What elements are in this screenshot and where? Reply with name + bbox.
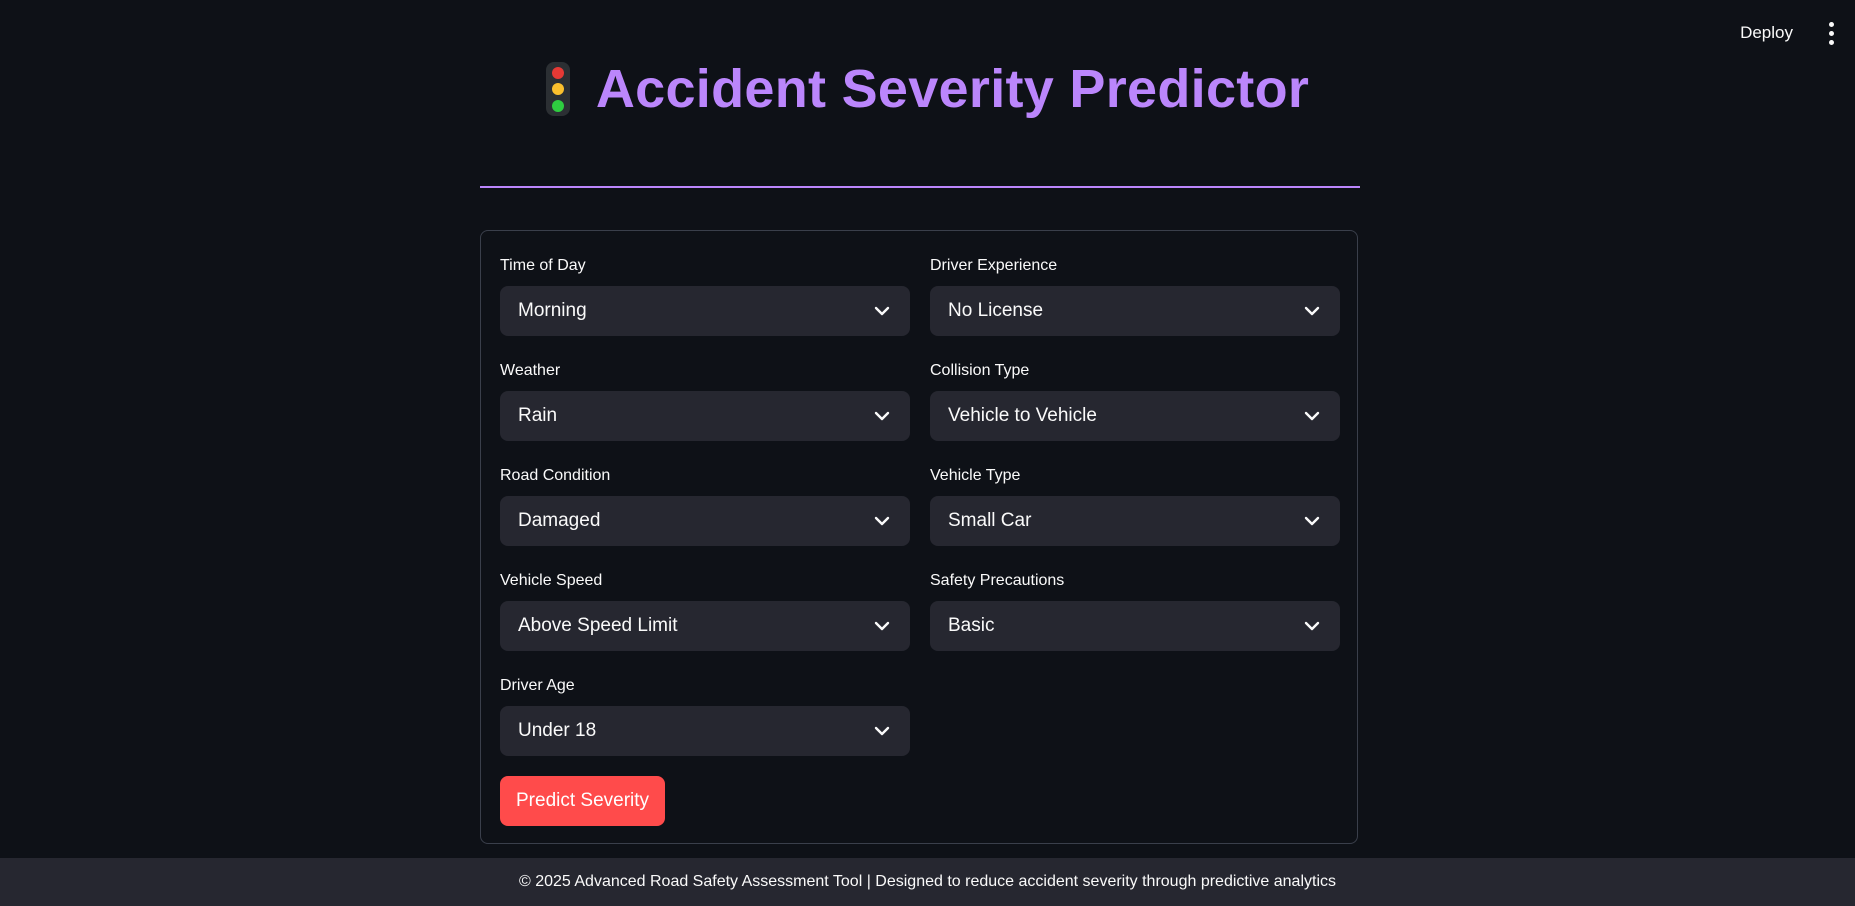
- field-label: Vehicle Type: [930, 467, 1021, 484]
- field-label: Driver Age: [500, 677, 575, 694]
- field-label: Time of Day: [500, 257, 586, 274]
- chevron-down-icon: [1302, 301, 1322, 321]
- road-condition-select[interactable]: Damaged: [500, 496, 910, 546]
- more-vertical-icon[interactable]: [1821, 19, 1841, 47]
- traffic-light-icon: [545, 62, 570, 116]
- field-vehicle-speed: Vehicle Speed Above Speed Limit: [500, 571, 910, 651]
- field-label: Weather: [500, 362, 561, 379]
- chevron-down-icon: [872, 511, 892, 531]
- field-label: Collision Type: [930, 362, 1030, 379]
- select-value: Basic: [948, 615, 995, 636]
- select-value: Above Speed Limit: [518, 615, 678, 636]
- footer: © 2025 Advanced Road Safety Assessment T…: [0, 858, 1855, 906]
- page-header: Accident Severity Predictor: [0, 58, 1855, 120]
- deploy-button[interactable]: Deploy: [1730, 17, 1803, 49]
- chevron-down-icon: [1302, 406, 1322, 426]
- chevron-down-icon: [872, 301, 892, 321]
- footer-text: © 2025 Advanced Road Safety Assessment T…: [518, 873, 1336, 890]
- chevron-down-icon: [872, 616, 892, 636]
- chevron-down-icon: [1302, 616, 1322, 636]
- select-value: Rain: [518, 405, 558, 426]
- driver-experience-select[interactable]: No License: [930, 286, 1340, 336]
- field-label: Driver Experience: [930, 257, 1058, 274]
- field-label: Road Condition: [500, 467, 611, 484]
- title-divider: [480, 186, 1360, 188]
- field-road-condition: Road Condition Damaged: [500, 466, 910, 546]
- field-vehicle-type: Vehicle Type Small Car: [930, 466, 1340, 546]
- select-value: Small Car: [948, 510, 1032, 531]
- vehicle-type-select[interactable]: Small Car: [930, 496, 1340, 546]
- top-toolbar: Deploy: [1730, 0, 1855, 66]
- driver-age-select[interactable]: Under 18: [500, 706, 910, 756]
- select-value: Damaged: [518, 510, 601, 531]
- predict-severity-button[interactable]: Predict Severity: [500, 776, 666, 826]
- time-of-day-select[interactable]: Morning: [500, 286, 910, 336]
- select-value: Vehicle to Vehicle: [948, 405, 1097, 426]
- field-weather: Weather Rain: [500, 361, 910, 441]
- prediction-form: Time of Day Morning Driver Experience No…: [480, 230, 1358, 844]
- field-safety-precautions: Safety Precautions Basic: [930, 571, 1340, 651]
- field-driver-age: Driver Age Under 18: [500, 676, 910, 756]
- select-value: No License: [948, 300, 1044, 321]
- select-value: Morning: [518, 300, 587, 321]
- chevron-down-icon: [872, 721, 892, 741]
- field-time-of-day: Time of Day Morning: [500, 256, 910, 336]
- weather-select[interactable]: Rain: [500, 391, 910, 441]
- vehicle-speed-select[interactable]: Above Speed Limit: [500, 601, 910, 651]
- safety-precautions-select[interactable]: Basic: [930, 601, 1340, 651]
- chevron-down-icon: [872, 406, 892, 426]
- collision-type-select[interactable]: Vehicle to Vehicle: [930, 391, 1340, 441]
- field-collision-type: Collision Type Vehicle to Vehicle: [930, 361, 1340, 441]
- field-label: Vehicle Speed: [500, 572, 603, 589]
- select-value: Under 18: [518, 720, 597, 741]
- field-driver-experience: Driver Experience No License: [930, 256, 1340, 336]
- chevron-down-icon: [1302, 511, 1322, 531]
- field-label: Safety Precautions: [930, 572, 1065, 589]
- page-title: Accident Severity Predictor: [595, 59, 1310, 119]
